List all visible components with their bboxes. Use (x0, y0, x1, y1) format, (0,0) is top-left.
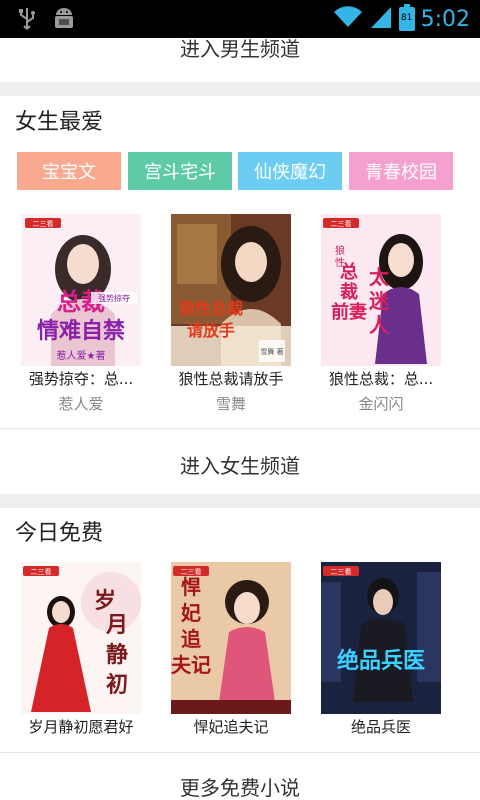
svg-text:情难自禁: 情难自禁 (37, 318, 125, 344)
svg-text:二三看: 二三看 (31, 568, 52, 576)
svg-text:总: 总 (340, 261, 358, 283)
tag-label: 仙侠魔幻 (254, 162, 326, 183)
free-section-title: 今日免费 (15, 521, 104, 546)
female-channel-link[interactable]: 进入女生频道 (0, 450, 480, 479)
wifi-icon (333, 5, 363, 33)
svg-text:迷: 迷 (368, 289, 390, 313)
svg-text:前妻: 前妻 (331, 301, 367, 323)
free-book-cover-2[interactable]: 二三看 悍 妃 追 夫记 (171, 562, 291, 714)
svg-text:静: 静 (106, 642, 128, 668)
tag-gongdou[interactable]: 宫斗宅斗 (128, 152, 232, 190)
svg-text:悍: 悍 (181, 575, 201, 599)
book-author-3: 金闪闪 (358, 395, 404, 413)
female-channel-link-label: 进入女生频道 (180, 454, 300, 478)
section-divider (0, 82, 480, 96)
free-book-cover-1[interactable]: 二三看 岁 月 静 初 (21, 562, 141, 714)
free-book-title-3[interactable]: 绝品兵医 (306, 716, 456, 737)
tag-qingchun[interactable]: 青春校园 (349, 152, 453, 190)
svg-text:狼性总裁: 狼性总裁 (179, 299, 243, 318)
book-cover-3[interactable]: 二三看 狼 性 总 裁 前妻 太 迷 人 (321, 214, 441, 366)
svg-text:请放手: 请放手 (187, 321, 235, 340)
signal-icon (369, 5, 393, 33)
svg-text:二三看: 二三看 (33, 220, 54, 228)
tag-baobaowen[interactable]: 宝宝文 (17, 152, 121, 190)
book-title-2[interactable]: 狼性总裁请放手 (156, 368, 306, 389)
usb-icon (18, 7, 36, 35)
tag-label: 宝宝文 (42, 162, 96, 183)
svg-text:初: 初 (106, 672, 128, 698)
svg-text:二三看: 二三看 (331, 220, 352, 228)
divider-line (0, 752, 480, 753)
male-channel-link[interactable]: 进入男生频道 (0, 38, 480, 80)
book-title-1[interactable]: 强势掠夺：总... (6, 368, 156, 389)
svg-text:雪舞 著: 雪舞 著 (260, 347, 283, 356)
android-icon (52, 6, 76, 36)
male-channel-link-label: 进入男生频道 (180, 37, 300, 61)
battery-level: 81 (400, 13, 413, 23)
svg-text:二三看: 二三看 (331, 568, 352, 576)
book-author-2: 雪舞 (215, 395, 246, 413)
section-divider (0, 494, 480, 508)
svg-text:裁: 裁 (340, 281, 358, 303)
svg-text:月: 月 (105, 613, 128, 638)
svg-text:夫记: 夫记 (171, 653, 211, 677)
free-book-title-1[interactable]: 岁月静初愿君好 (6, 716, 156, 737)
svg-text:追: 追 (181, 627, 201, 651)
svg-text:人: 人 (369, 313, 390, 337)
divider-line (0, 428, 480, 429)
book-title-3[interactable]: 狼性总裁：总... (306, 368, 456, 389)
status-bar: 81 5:02 (0, 0, 480, 38)
female-section-title: 女生最爱 (15, 110, 104, 135)
svg-text:强势掠夺: 强势掠夺 (98, 293, 130, 303)
clock: 5:02 (420, 6, 470, 32)
battery-icon: 81 (398, 4, 415, 31)
svg-text:狼: 狼 (335, 244, 345, 257)
more-free-link[interactable]: 更多免费小说 (0, 772, 480, 800)
svg-text:绝品兵医: 绝品兵医 (337, 648, 425, 674)
tag-label: 宫斗宅斗 (144, 162, 216, 183)
svg-text:妃: 妃 (181, 601, 201, 625)
tag-xianxia[interactable]: 仙侠魔幻 (238, 152, 342, 190)
svg-text:岁: 岁 (94, 588, 116, 614)
book-author-1: 惹人爱 (58, 395, 104, 413)
book-cover-1[interactable]: 二三看 总裁 情难自禁 强势掠夺 惹人爱★著 (21, 214, 141, 366)
free-book-title-2[interactable]: 悍妃追夫记 (156, 716, 306, 737)
more-free-link-label: 更多免费小说 (180, 776, 300, 800)
tag-label: 青春校园 (365, 162, 437, 183)
book-cover-2[interactable]: 狼性总裁 请放手 雪舞 著 (171, 214, 291, 366)
svg-text:惹人爱★著: 惹人爱★著 (57, 349, 106, 362)
svg-text:太: 太 (369, 265, 390, 289)
free-book-cover-3[interactable]: 二三看 绝品兵医 (321, 562, 441, 714)
